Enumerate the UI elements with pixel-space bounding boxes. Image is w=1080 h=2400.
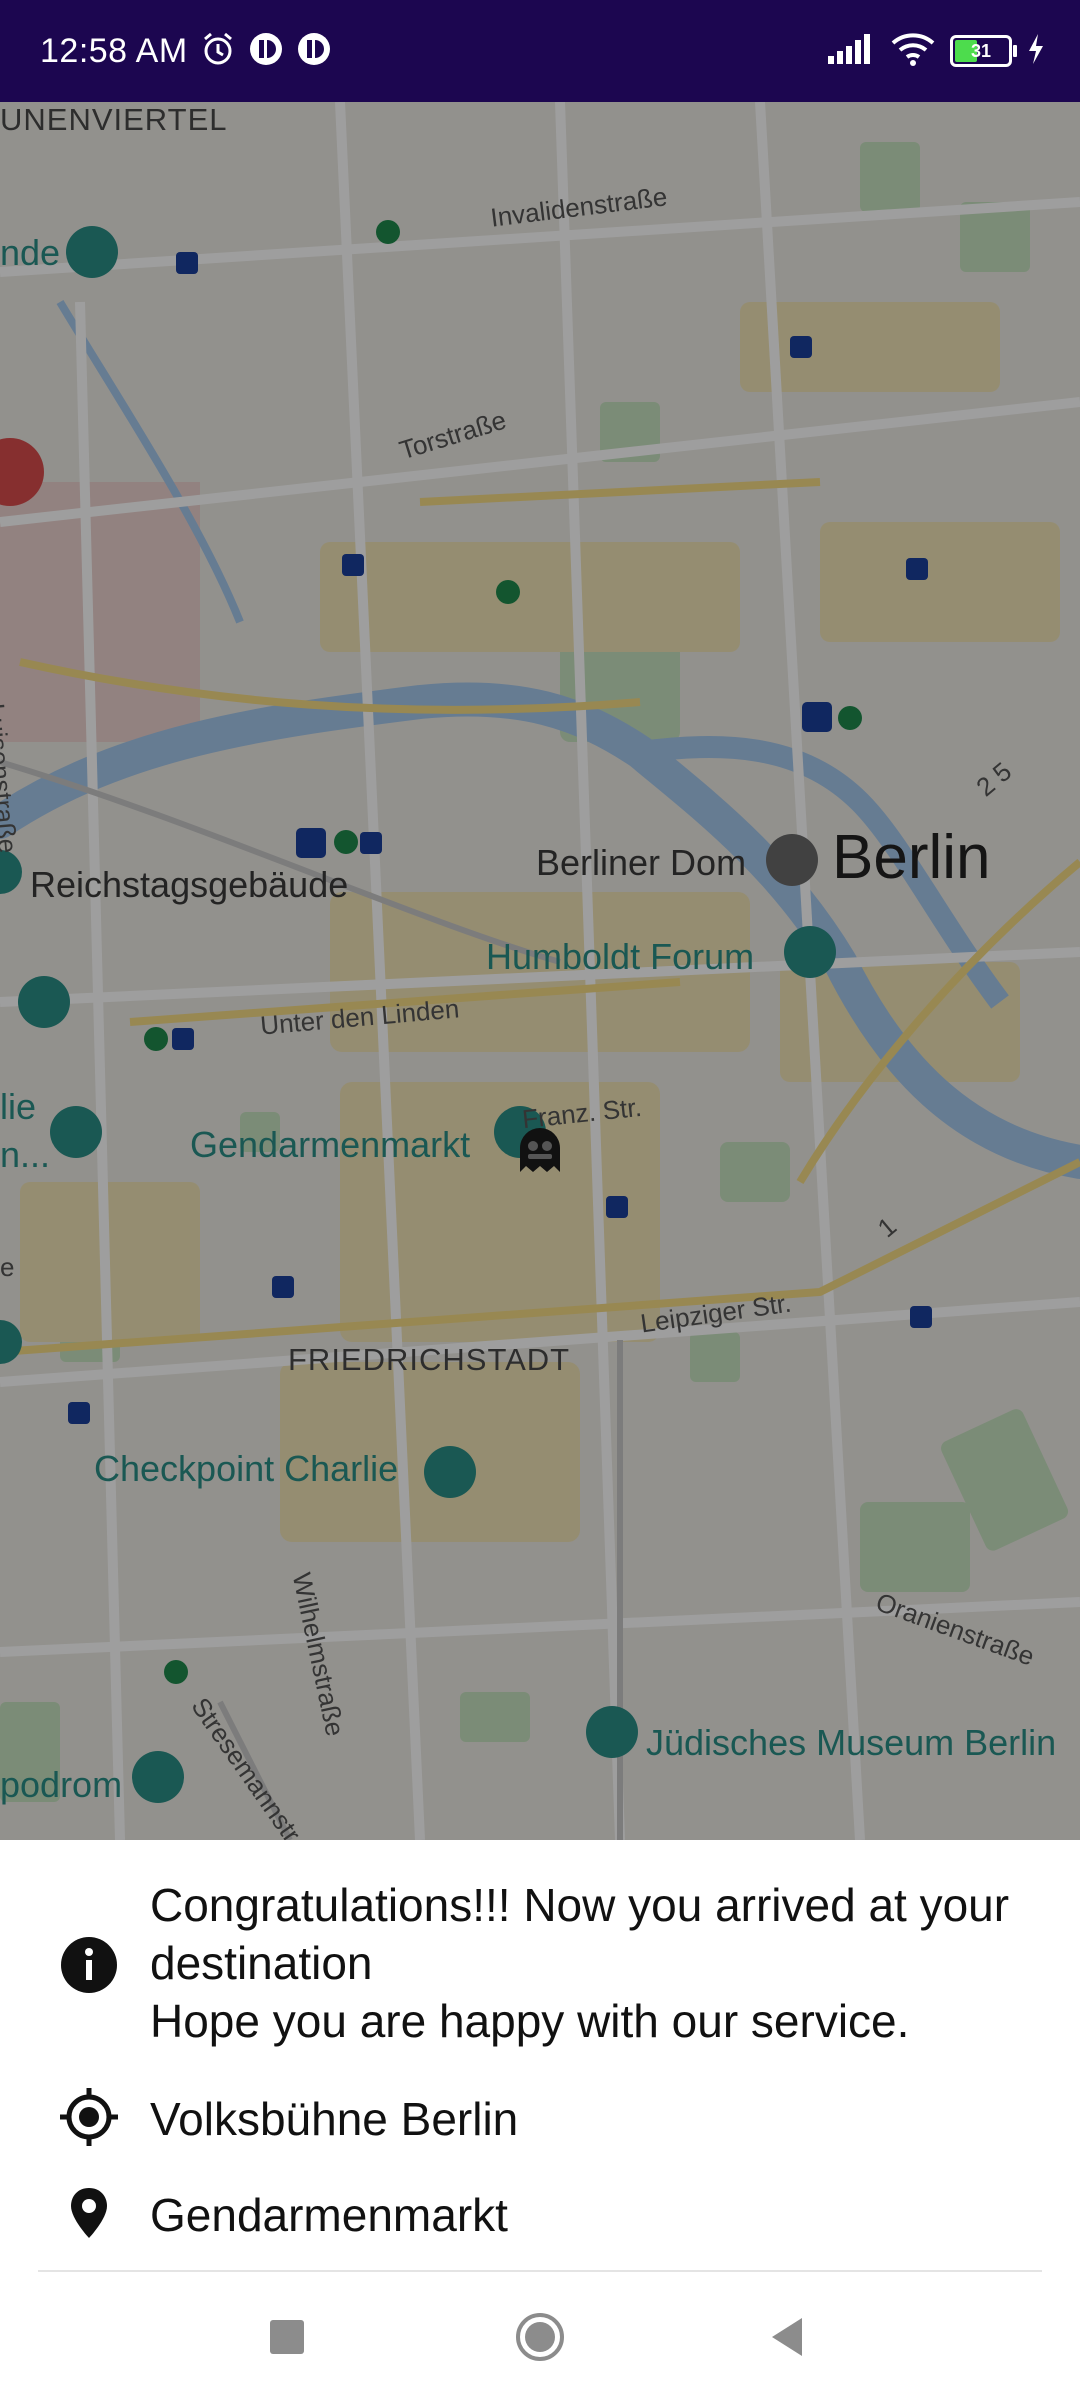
destination-location: Gendarmenmarkt — [150, 2189, 508, 2241]
vehicle-marker-icon[interactable] — [514, 1124, 566, 1180]
app-notification-icon — [296, 31, 332, 72]
charging-icon — [1026, 32, 1046, 71]
home-button[interactable] — [515, 2312, 565, 2362]
battery-icon: 31 — [950, 35, 1017, 67]
origin-location: Volksbühne Berlin — [150, 2093, 519, 2145]
wifi-icon — [890, 31, 936, 72]
battery-level: 31 — [970, 40, 992, 61]
location-pin-icon — [60, 2184, 118, 2242]
crosshair-icon — [60, 2088, 118, 2146]
status-time: 12:58 AM — [40, 31, 188, 70]
trip-message-row: Congratulations!!! Now you arrived at yo… — [0, 1876, 1080, 2056]
app-notification-icon — [248, 31, 284, 72]
destination-row: Gendarmenmarkt — [0, 2180, 1080, 2250]
back-button[interactable] — [764, 2312, 814, 2362]
alarm-icon — [200, 31, 236, 72]
map-view[interactable]: UNENVIERTEL nde Invalidenstraße Torstraß… — [0, 102, 1080, 1840]
map-dim-overlay — [0, 102, 1080, 1840]
origin-row: Volksbühne Berlin — [0, 2084, 1080, 2154]
status-bar: 12:58 AM 31 — [0, 0, 1080, 102]
trip-message: Congratulations!!! Now you arrived at yo… — [150, 1879, 1010, 2047]
info-icon — [60, 1936, 118, 1994]
signal-icon — [826, 32, 876, 71]
recents-button[interactable] — [262, 2312, 312, 2362]
trip-info-sheet: Congratulations!!! Now you arrived at yo… — [0, 1840, 1080, 2270]
system-nav-bar — [0, 2272, 1080, 2400]
